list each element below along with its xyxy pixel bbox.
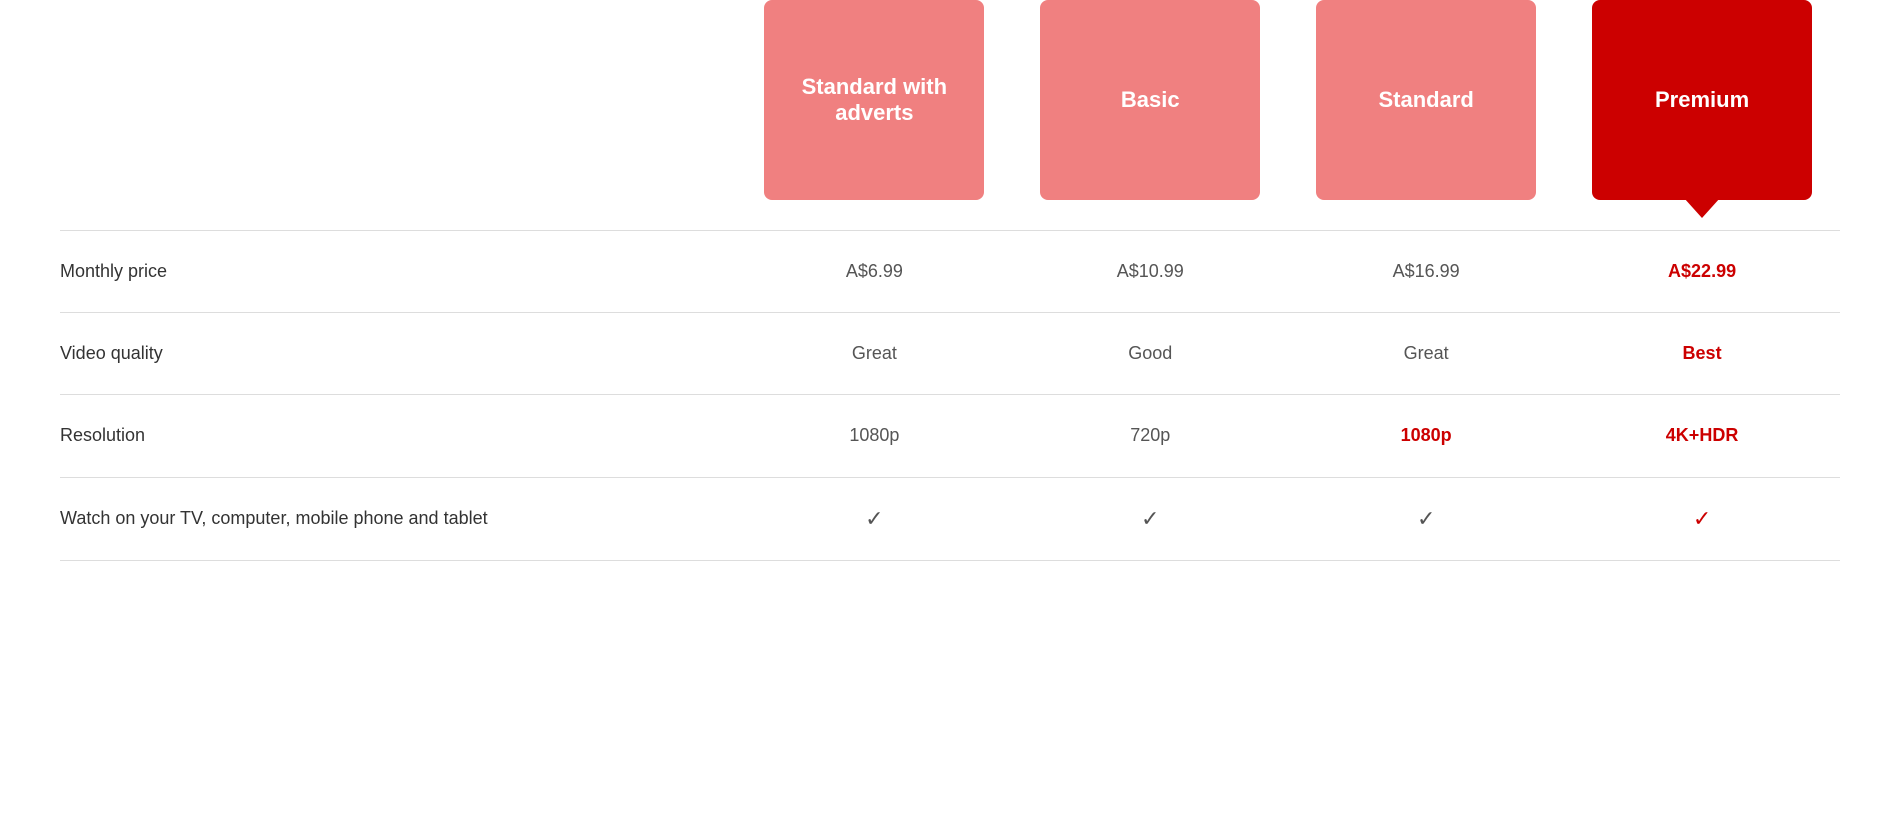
video-quality-standard-adverts: Great: [736, 343, 1012, 364]
resolution-label: Resolution: [60, 423, 736, 448]
plan-header-box-standard-adverts: Standard with adverts: [764, 0, 984, 200]
price-standard-adverts: A$6.99: [736, 261, 1012, 282]
watch-devices-premium: ✓: [1564, 506, 1840, 532]
checkmark-standard-adverts: ✓: [865, 506, 883, 532]
plan-header-standard-adverts[interactable]: Standard with adverts: [736, 0, 1012, 200]
monthly-price-row: Monthly priceA$6.99A$10.99A$16.99A$22.99: [60, 230, 1840, 312]
plan-header-standard[interactable]: Standard: [1288, 0, 1564, 200]
video-quality-basic: Good: [1012, 343, 1288, 364]
resolution-standard: 1080p: [1288, 425, 1564, 446]
checkmark-basic: ✓: [1141, 506, 1159, 532]
checkmark-premium: ✓: [1693, 506, 1711, 532]
plan-header-box-premium: Premium: [1592, 0, 1812, 200]
plan-header-box-basic: Basic: [1040, 0, 1260, 200]
watch-devices-row: Watch on your TV, computer, mobile phone…: [60, 477, 1840, 561]
plan-header-box-standard: Standard: [1316, 0, 1536, 200]
watch-devices-label: Watch on your TV, computer, mobile phone…: [60, 506, 736, 531]
plan-header-basic[interactable]: Basic: [1012, 0, 1288, 200]
video-quality-row: Video qualityGreatGoodGreatBest: [60, 312, 1840, 394]
video-quality-standard: Great: [1288, 343, 1564, 364]
video-quality-premium: Best: [1564, 343, 1840, 364]
plan-headers: Standard with adverts Basic Standard Premiu…: [736, 0, 1840, 200]
watch-devices-basic: ✓: [1012, 506, 1288, 532]
resolution-premium: 4K+HDR: [1564, 425, 1840, 446]
video-quality-label: Video quality: [60, 341, 736, 366]
watch-devices-standard: ✓: [1288, 506, 1564, 532]
price-premium: A$22.99: [1564, 261, 1840, 282]
plan-header-premium[interactable]: Premium: [1564, 0, 1840, 200]
checkmark-standard: ✓: [1417, 506, 1435, 532]
watch-devices-standard-adverts: ✓: [736, 506, 1012, 532]
header-row: Standard with adverts Basic Standard Premiu…: [60, 0, 1840, 200]
data-rows: Monthly priceA$6.99A$10.99A$16.99A$22.99…: [60, 230, 1840, 561]
pricing-table: Standard with adverts Basic Standard Premiu…: [0, 0, 1900, 561]
resolution-standard-adverts: 1080p: [736, 425, 1012, 446]
resolution-basic: 720p: [1012, 425, 1288, 446]
price-standard: A$16.99: [1288, 261, 1564, 282]
resolution-row: Resolution1080p720p1080p4K+HDR: [60, 394, 1840, 476]
monthly-price-label: Monthly price: [60, 259, 736, 284]
price-basic: A$10.99: [1012, 261, 1288, 282]
